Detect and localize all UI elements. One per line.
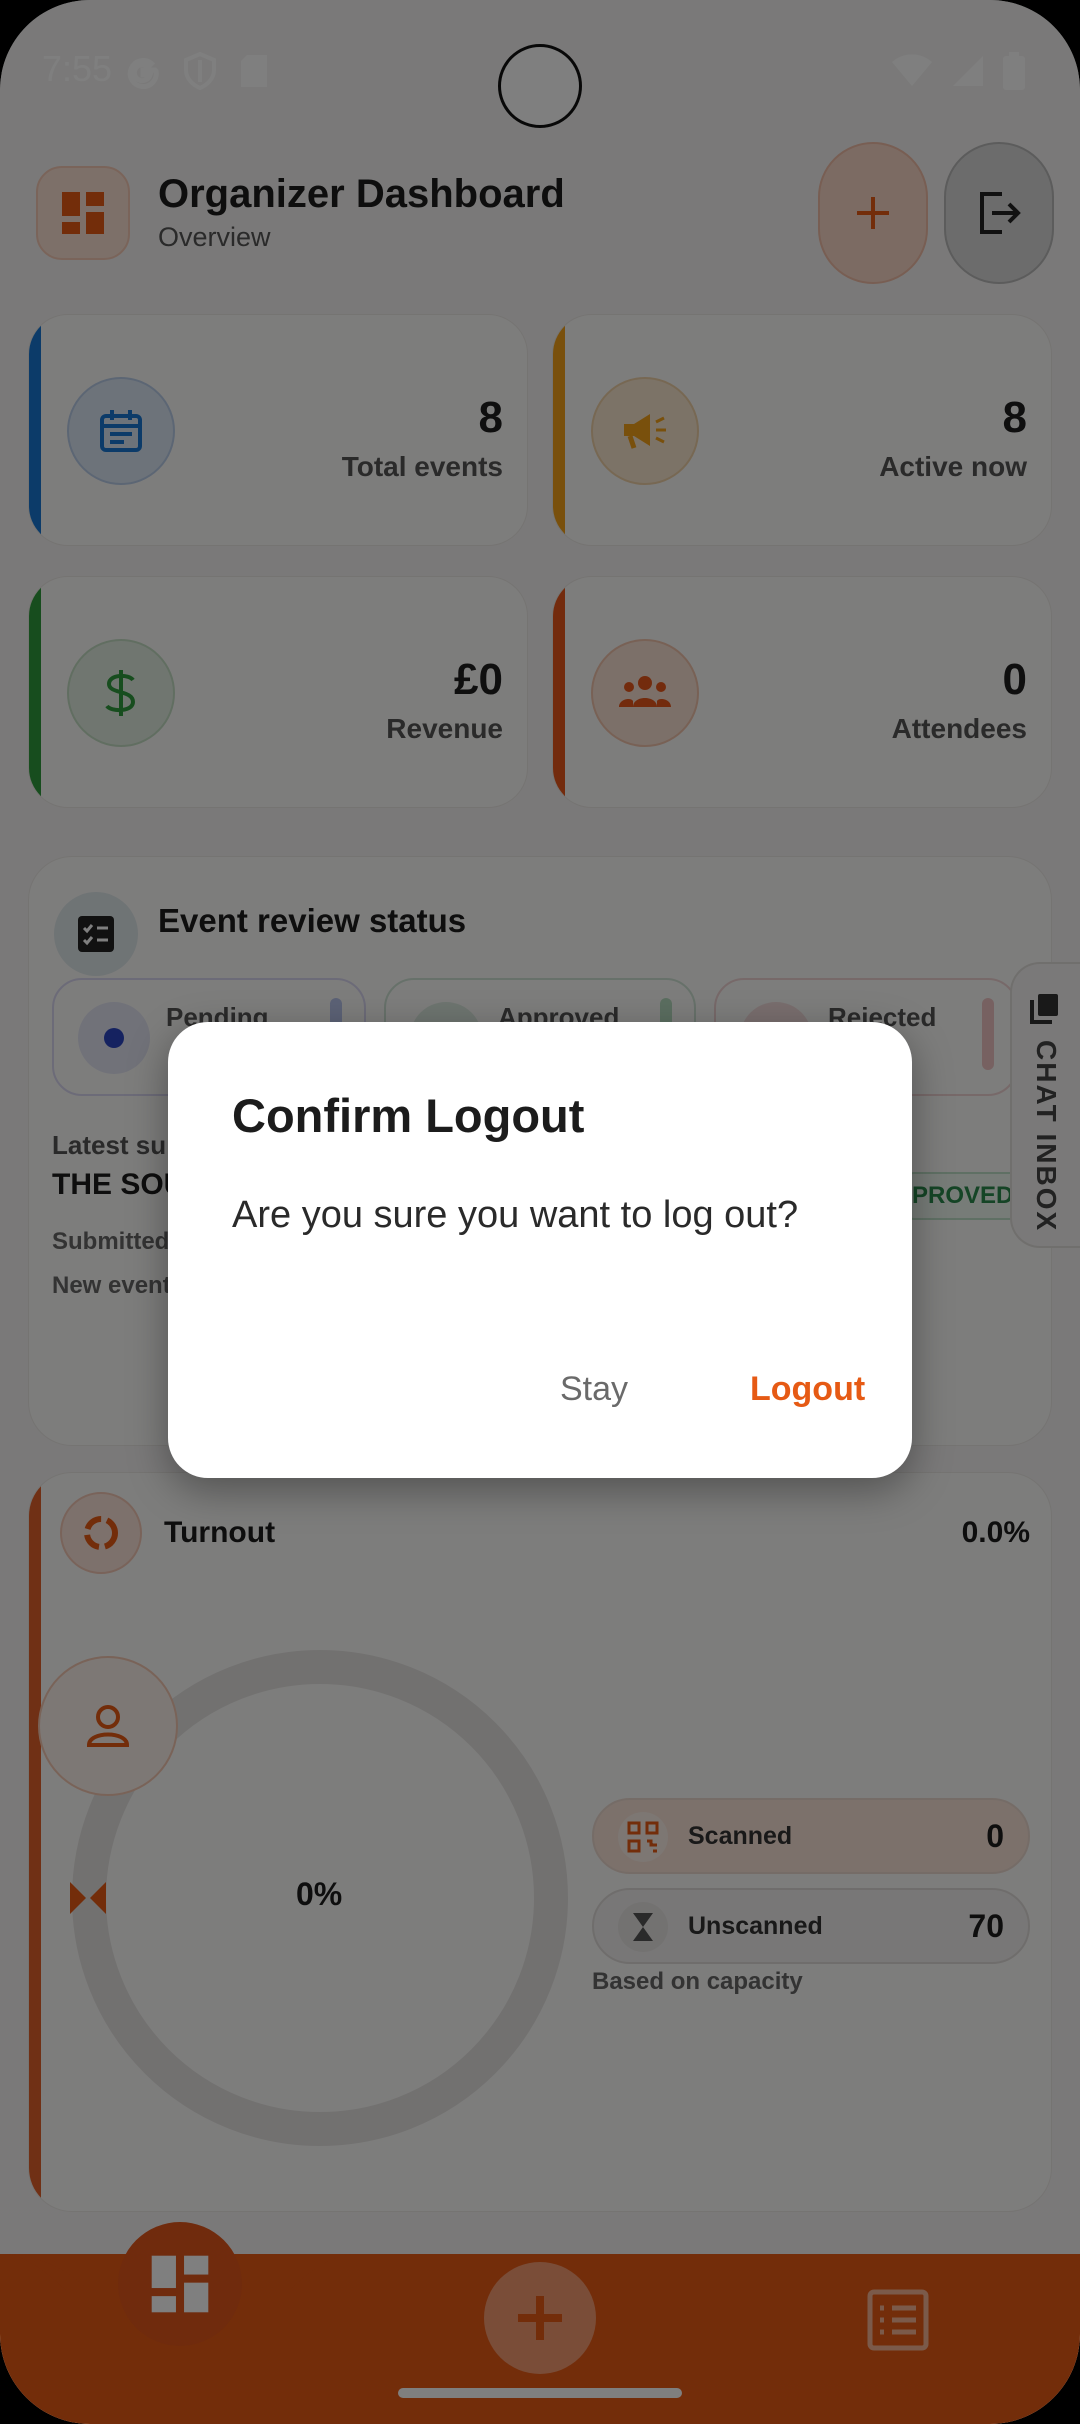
logout-dialog: Confirm Logout Are you sure you want to … xyxy=(168,1022,912,1478)
dialog-message: Are you sure you want to log out? xyxy=(232,1194,799,1236)
stay-button[interactable]: Stay xyxy=(560,1370,628,1409)
phone-screen: 7:55 Organizer Dashboard Overview 8 Tota… xyxy=(0,0,1080,2424)
dialog-title: Confirm Logout xyxy=(232,1089,585,1142)
confirm-logout-button[interactable]: Logout xyxy=(750,1370,865,1409)
